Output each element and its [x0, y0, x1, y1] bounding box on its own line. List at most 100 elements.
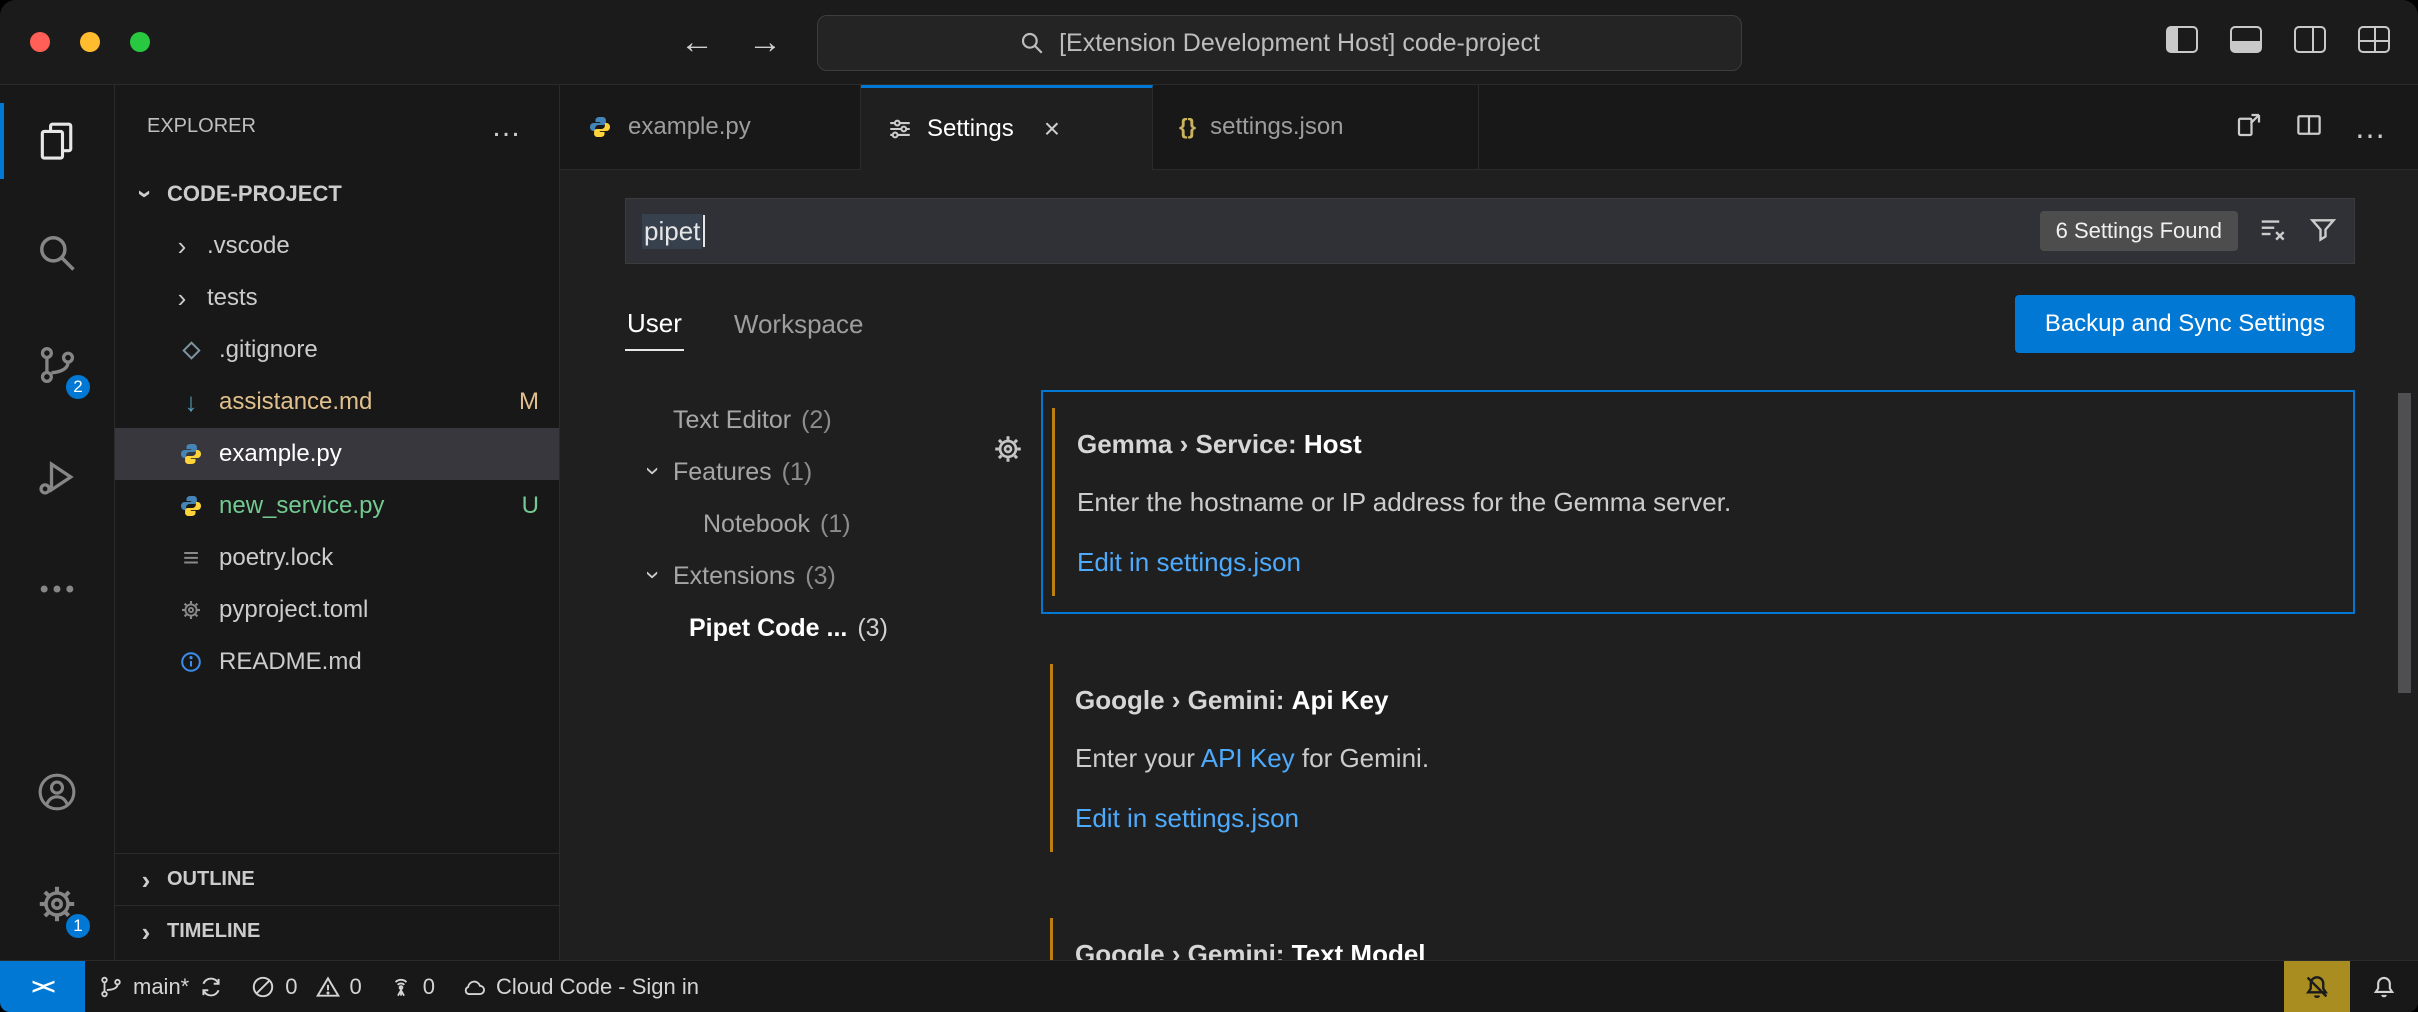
settings-gear-icon[interactable]: 1	[0, 848, 114, 960]
settings-search-input[interactable]: pipet 6 Settings Found	[625, 198, 2355, 264]
toc-item-notebook[interactable]: Notebook (1)	[625, 498, 985, 550]
backup-sync-settings-button[interactable]: Backup and Sync Settings	[2015, 295, 2355, 353]
cloud-icon	[461, 974, 487, 1000]
branch-label: main*	[133, 974, 189, 1000]
forward-icon[interactable]: →	[748, 23, 782, 62]
filter-icon[interactable]	[2308, 214, 2338, 249]
vscode-window: ← → [Extension Development Host] code-pr…	[0, 0, 2418, 1012]
back-icon[interactable]: ←	[680, 23, 714, 62]
python-file-icon	[586, 115, 614, 139]
file-label: .gitignore	[219, 336, 318, 364]
setting-description: Enter the hostname or IP address for the…	[1077, 484, 2323, 520]
window-title: [Extension Development Host] code-projec…	[1059, 29, 1540, 58]
traffic-lights	[30, 32, 150, 52]
toc-item-pipet-code[interactable]: Pipet Code ... (3)	[625, 602, 985, 654]
more-views-icon[interactable]	[0, 533, 114, 645]
git-status-badge: M	[519, 388, 539, 416]
errors-icon	[250, 974, 276, 1000]
chevron-right-icon: ›	[135, 919, 157, 945]
description-text: Enter your	[1075, 743, 1201, 773]
cloud-code-item[interactable]: Cloud Code - Sign in	[448, 961, 712, 1012]
settings-toc: Text Editor (2) › Features (1) Notebook …	[625, 390, 985, 960]
tab-settings[interactable]: Settings ×	[861, 85, 1153, 170]
tree-item-gitignore[interactable]: .gitignore	[115, 324, 559, 376]
errors-count: 0	[285, 974, 297, 1000]
warnings-count: 0	[350, 974, 362, 1000]
setting-gear-icon[interactable]	[991, 432, 1025, 471]
edit-in-settings-json-link[interactable]: Edit in settings.json	[1077, 547, 1301, 577]
scrollbar-thumb[interactable]	[2398, 393, 2411, 693]
setting-gemma-service-host[interactable]: Gemma › Service: Host Enter the hostname…	[1041, 390, 2355, 614]
tab-label: Settings	[927, 115, 1014, 143]
tree-item-new-service-py[interactable]: new_service.py U	[115, 480, 559, 532]
tree-item-assistance-md[interactable]: ↓ assistance.md M	[115, 376, 559, 428]
edit-in-settings-json-link[interactable]: Edit in settings.json	[1075, 803, 1299, 833]
editor-more-actions-icon[interactable]: …	[2354, 109, 2388, 146]
bell-slash-item[interactable]	[2284, 961, 2350, 1012]
gitignore-file-icon	[177, 344, 205, 357]
chevron-right-icon: ›	[171, 285, 193, 311]
tree-item-vscode[interactable]: › .vscode	[115, 220, 559, 272]
python-file-icon	[177, 442, 205, 466]
explorer-more-actions-icon[interactable]: …	[491, 110, 523, 144]
split-editor-icon[interactable]	[2294, 110, 2324, 145]
run-debug-icon[interactable]	[0, 421, 114, 533]
tree-item-tests[interactable]: › tests	[115, 272, 559, 324]
api-key-link[interactable]: API Key	[1201, 743, 1295, 773]
settings-badge: 1	[64, 912, 92, 940]
file-label: README.md	[219, 648, 362, 676]
status-bar: >< main* 0 0 0 Cloud Code - Sign in	[0, 960, 2418, 1012]
setting-google-gemini-text-model[interactable]: Google › Gemini: Text Model	[1041, 902, 2355, 960]
command-center[interactable]: [Extension Development Host] code-projec…	[817, 15, 1742, 71]
outline-section-header[interactable]: › OUTLINE	[115, 853, 559, 905]
tree-item-example-py[interactable]: example.py	[115, 428, 559, 480]
explorer-icon[interactable]	[0, 85, 114, 197]
setting-name: Host	[1304, 429, 1362, 459]
search-sidebar-icon[interactable]	[0, 197, 114, 309]
close-window-button[interactable]	[30, 32, 50, 52]
explorer-title: EXPLORER	[147, 115, 256, 138]
file-label: .vscode	[207, 232, 290, 260]
open-changes-icon[interactable]	[2234, 110, 2264, 145]
accounts-icon[interactable]	[0, 736, 114, 848]
setting-title: Google › Gemini: Text Model	[1075, 936, 2325, 960]
toc-item-features[interactable]: › Features (1)	[625, 446, 985, 498]
tree-item-poetry-lock[interactable]: ≡ poetry.lock	[115, 532, 559, 584]
chevron-down-icon: ›	[641, 564, 667, 586]
modified-indicator	[1050, 918, 1053, 960]
explorer-sidebar: EXPLORER … › CODE-PROJECT › .vscode › te…	[115, 85, 560, 960]
scope-tab-workspace[interactable]: Workspace	[732, 299, 866, 350]
source-control-icon[interactable]: 2	[0, 309, 114, 421]
toggle-sidebar-icon[interactable]	[2166, 26, 2198, 53]
tree-item-readme-md[interactable]: README.md	[115, 636, 559, 688]
toc-count: (1)	[820, 510, 851, 539]
tree-item-pyproject-toml[interactable]: pyproject.toml	[115, 584, 559, 636]
scope-tab-user[interactable]: User	[625, 298, 684, 351]
timeline-section-header[interactable]: › TIMELINE	[115, 905, 559, 957]
scm-badge: 2	[64, 373, 92, 401]
clear-search-icon[interactable]	[2258, 214, 2288, 249]
notifications-item[interactable]	[2350, 961, 2418, 1012]
customize-layout-icon[interactable]	[2358, 26, 2390, 53]
tree-root-code-project[interactable]: › CODE-PROJECT	[115, 168, 559, 220]
close-tab-icon[interactable]: ×	[1044, 113, 1060, 145]
bell-icon	[2370, 973, 2398, 1001]
setting-google-gemini-api-key[interactable]: Google › Gemini: Api Key Enter your API …	[1041, 648, 2355, 868]
remote-indicator[interactable]: ><	[0, 961, 85, 1012]
toc-item-text-editor[interactable]: Text Editor (2)	[625, 394, 985, 446]
search-icon	[1019, 30, 1045, 56]
ports-item[interactable]: 0	[375, 961, 448, 1012]
tab-settings-json[interactable]: {} settings.json	[1153, 85, 1479, 170]
activity-bar: 2 1	[0, 85, 115, 960]
bell-slash-icon	[2302, 972, 2332, 1002]
git-branch-item[interactable]: main*	[85, 961, 237, 1012]
minimize-window-button[interactable]	[80, 32, 100, 52]
tree-root-label: CODE-PROJECT	[167, 181, 342, 207]
toggle-secondary-sidebar-icon[interactable]	[2294, 26, 2326, 53]
zoom-window-button[interactable]	[130, 32, 150, 52]
radio-tower-icon	[388, 974, 414, 1000]
toc-item-extensions[interactable]: › Extensions (3)	[625, 550, 985, 602]
tab-example-py[interactable]: example.py	[560, 85, 861, 170]
problems-item[interactable]: 0 0	[237, 961, 375, 1012]
toggle-panel-icon[interactable]	[2230, 26, 2262, 53]
